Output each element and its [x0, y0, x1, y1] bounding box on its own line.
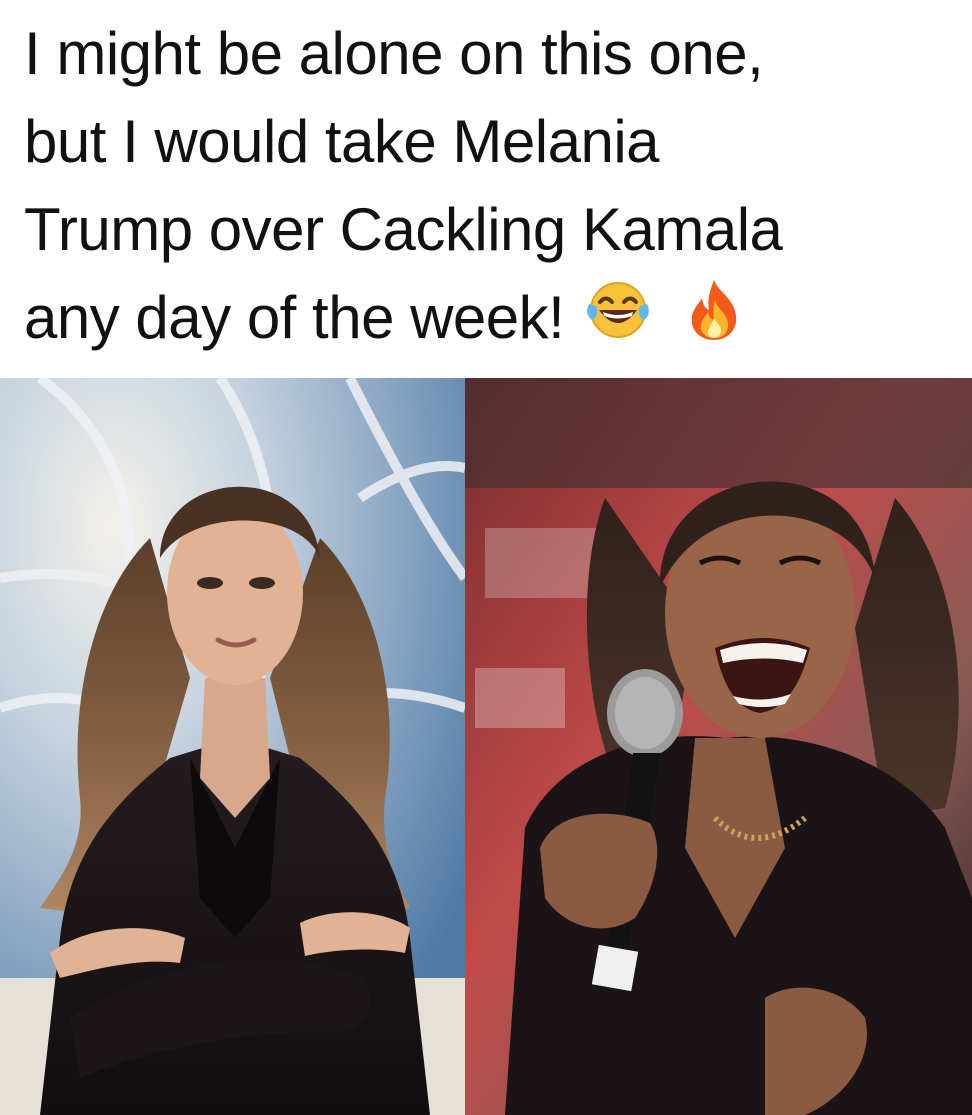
caption-line-2: but I would take Melania — [24, 108, 660, 175]
fire-emoji-icon — [684, 278, 744, 358]
caption-line-4-text: any day of the week! — [24, 284, 565, 351]
caption-line-1: I might be alone on this one, — [24, 20, 764, 87]
caption-line-4: any day of the week! — [24, 280, 744, 362]
photo-comparison — [0, 378, 972, 1115]
meme-caption: I might be alone on this one, but I woul… — [0, 0, 972, 378]
laughing-tears-emoji-icon — [586, 280, 650, 356]
caption-line-3: Trump over Cackling Kamala — [24, 196, 783, 263]
left-portrait-photo — [0, 378, 465, 1115]
right-portrait-photo — [465, 378, 972, 1115]
